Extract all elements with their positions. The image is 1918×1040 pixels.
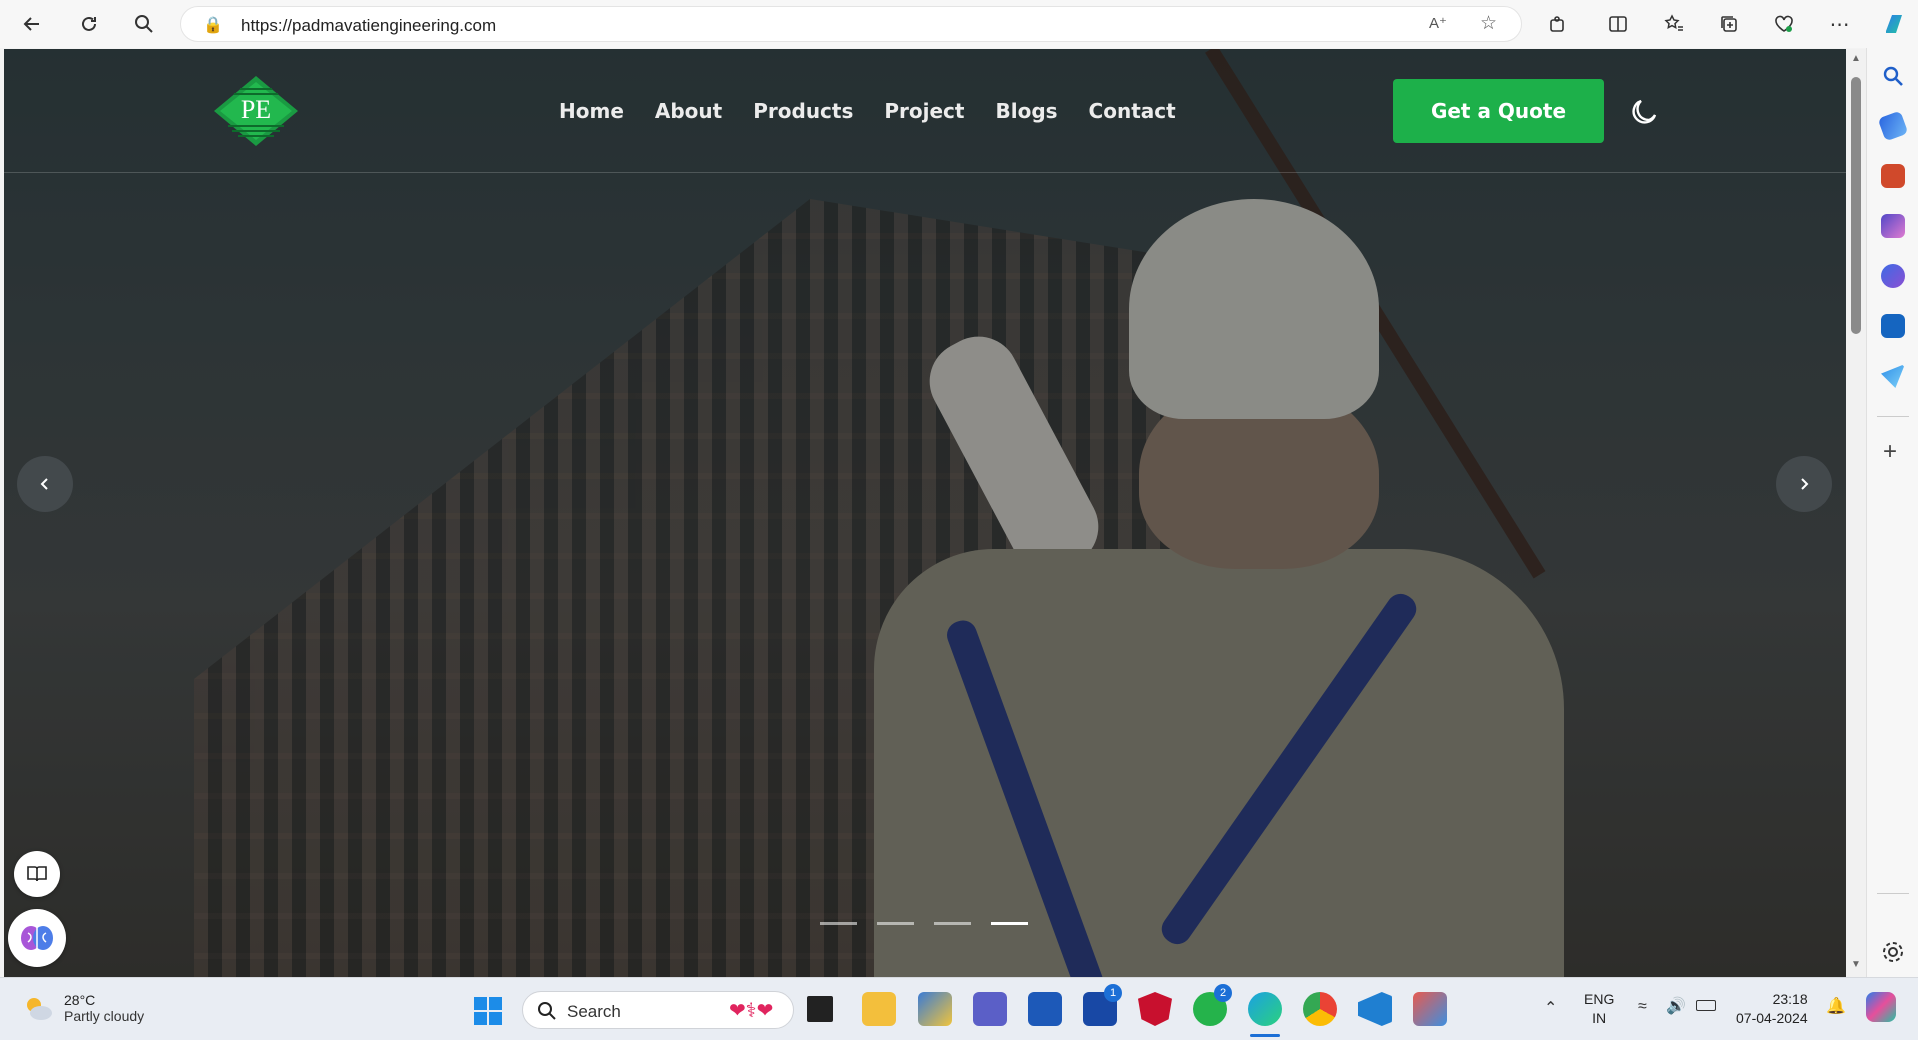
slider-next-button[interactable] (1776, 456, 1832, 512)
settings-icon[interactable] (1881, 940, 1905, 969)
get-quote-button[interactable]: Get a Quote (1393, 79, 1604, 143)
collections-icon[interactable] (1717, 12, 1741, 36)
refresh-icon[interactable] (77, 12, 101, 36)
slider-prev-button[interactable] (17, 456, 73, 512)
lang-code: ENG (1584, 991, 1615, 1007)
copilot-taskbar-icon[interactable] (1866, 992, 1896, 1022)
slider-dot-active[interactable] (991, 922, 1028, 925)
slider-dot[interactable] (877, 922, 914, 925)
nav-about[interactable]: About (655, 99, 722, 123)
sidebar-search-icon[interactable] (1881, 64, 1905, 88)
windows-taskbar: 28°C Partly cloudy Search ❤⚕❤ 1 2 ⌃ ENG … (0, 977, 1918, 1040)
favorite-star-icon[interactable]: ☆ (1480, 12, 1497, 35)
nav-project[interactable]: Project (884, 99, 964, 123)
moon-icon[interactable] (1627, 96, 1659, 128)
browser-essentials-icon[interactable] (1772, 12, 1796, 36)
scroll-up-icon[interactable]: ▲ (1851, 53, 1861, 64)
scroll-down-icon[interactable]: ▼ (1851, 959, 1861, 970)
split-screen-icon[interactable] (1606, 12, 1630, 36)
wifi-icon[interactable]: ≈ (1638, 998, 1647, 1016)
task-view-icon[interactable] (807, 996, 833, 1022)
sidebar-m365-icon[interactable] (1881, 264, 1905, 288)
nav-home[interactable]: Home (559, 99, 624, 123)
browser-toolbar: 🔒 https://padmavatiengineering.com A⁺ ☆ … (0, 0, 1918, 48)
add-icon[interactable]: + (1883, 440, 1897, 464)
sidebar-drop-icon[interactable] (1881, 364, 1905, 388)
weather-desc: Partly cloudy (64, 1008, 145, 1024)
microsoft-store-icon[interactable] (1028, 992, 1062, 1026)
volume-icon[interactable]: 🔊 (1666, 996, 1686, 1016)
nav-contact[interactable]: Contact (1089, 99, 1176, 123)
chevron-left-icon (40, 478, 48, 490)
chrome-icon[interactable] (1303, 992, 1337, 1026)
app-badge: 1 (1104, 984, 1122, 1002)
clock-date: 07-04-2024 (1736, 1010, 1808, 1026)
chevron-up-icon[interactable]: ⌃ (1544, 998, 1557, 1018)
mcafee-icon[interactable] (1138, 992, 1172, 1026)
more-icon[interactable]: ⋯ (1828, 12, 1852, 36)
health-doodle-icon: ❤⚕❤ (729, 1000, 774, 1022)
language-indicator[interactable]: ENG IN (1584, 990, 1614, 1028)
taskbar-search[interactable]: Search ❤⚕❤ (522, 991, 794, 1029)
whatsapp-icon[interactable]: 2 (1193, 984, 1232, 1026)
url-text[interactable]: https://padmavatiengineering.com (241, 16, 496, 36)
read-aloud-icon[interactable]: A⁺ (1429, 14, 1447, 32)
brain-icon (21, 926, 53, 950)
slider-dots (820, 922, 1028, 925)
taskbar-search-label: Search (567, 1002, 621, 1021)
main-nav: Home About Products Project Blogs Contac… (559, 99, 1176, 123)
vscode-icon[interactable] (1358, 992, 1392, 1026)
favorites-icon[interactable] (1662, 12, 1686, 36)
logo-text: PE (241, 95, 271, 124)
python-app-icon[interactable] (918, 992, 952, 1026)
sidebar-divider-bottom (1877, 893, 1909, 894)
nav-products[interactable]: Products (753, 99, 853, 123)
search-icon[interactable] (132, 12, 156, 36)
slider-dot[interactable] (934, 922, 971, 925)
active-app-indicator (1250, 1034, 1280, 1037)
weather-temp: 28°C (64, 992, 96, 1008)
partly-cloudy-icon (27, 998, 52, 1020)
hero-overlay (4, 49, 1846, 977)
immersive-reader-button[interactable] (14, 851, 60, 897)
clock-time: 23:18 (1772, 991, 1808, 1007)
notification-bell-icon[interactable]: 🔔 (1826, 996, 1846, 1016)
sidebar-tools-icon[interactable] (1881, 164, 1905, 188)
windows-start-icon[interactable] (473, 996, 503, 1031)
sidebar-divider (1877, 416, 1909, 417)
weather-widget[interactable]: 28°C Partly cloudy (22, 992, 144, 1024)
teams-icon[interactable] (973, 992, 1007, 1026)
hero-slider (4, 49, 1846, 977)
edge-sidebar: + (1866, 48, 1918, 977)
back-icon[interactable] (20, 12, 44, 36)
taskbar-search-icon (538, 1002, 556, 1020)
copilot-icon[interactable] (1880, 10, 1908, 38)
chevron-right-icon (1801, 478, 1809, 490)
sidebar-shopping-icon[interactable] (1877, 110, 1909, 142)
region-code: IN (1592, 1010, 1607, 1026)
snipping-tool-icon[interactable] (1413, 992, 1447, 1026)
system-clock[interactable]: 23:18 07-04-2024 (1736, 990, 1808, 1028)
battery-icon[interactable] (1696, 1000, 1716, 1011)
slider-dot[interactable] (820, 922, 857, 925)
extensions-icon[interactable] (1546, 12, 1570, 36)
address-bar[interactable]: 🔒 https://padmavatiengineering.com A⁺ ☆ (180, 6, 1522, 42)
learning-app-icon[interactable]: 1 (1083, 984, 1122, 1026)
sidebar-outlook-icon[interactable] (1881, 314, 1905, 338)
nav-blogs[interactable]: Blogs (995, 99, 1057, 123)
scrollbar-thumb[interactable] (1851, 77, 1861, 334)
site-header: PE Home About Products Project Blogs Con… (4, 49, 1846, 173)
immersive-reader-icon (27, 866, 47, 882)
lock-icon[interactable]: 🔒 (203, 15, 223, 35)
page-viewport: PE Home About Products Project Blogs Con… (4, 49, 1846, 977)
sidebar-games-icon[interactable] (1881, 214, 1905, 238)
edge-icon[interactable] (1248, 992, 1282, 1026)
ai-assistant-button[interactable] (8, 909, 66, 967)
site-logo[interactable]: PE (214, 76, 298, 146)
page-scrollbar[interactable]: ▲ ▼ (1846, 49, 1866, 977)
file-explorer-icon[interactable] (862, 992, 896, 1026)
whatsapp-badge: 2 (1214, 984, 1232, 1002)
